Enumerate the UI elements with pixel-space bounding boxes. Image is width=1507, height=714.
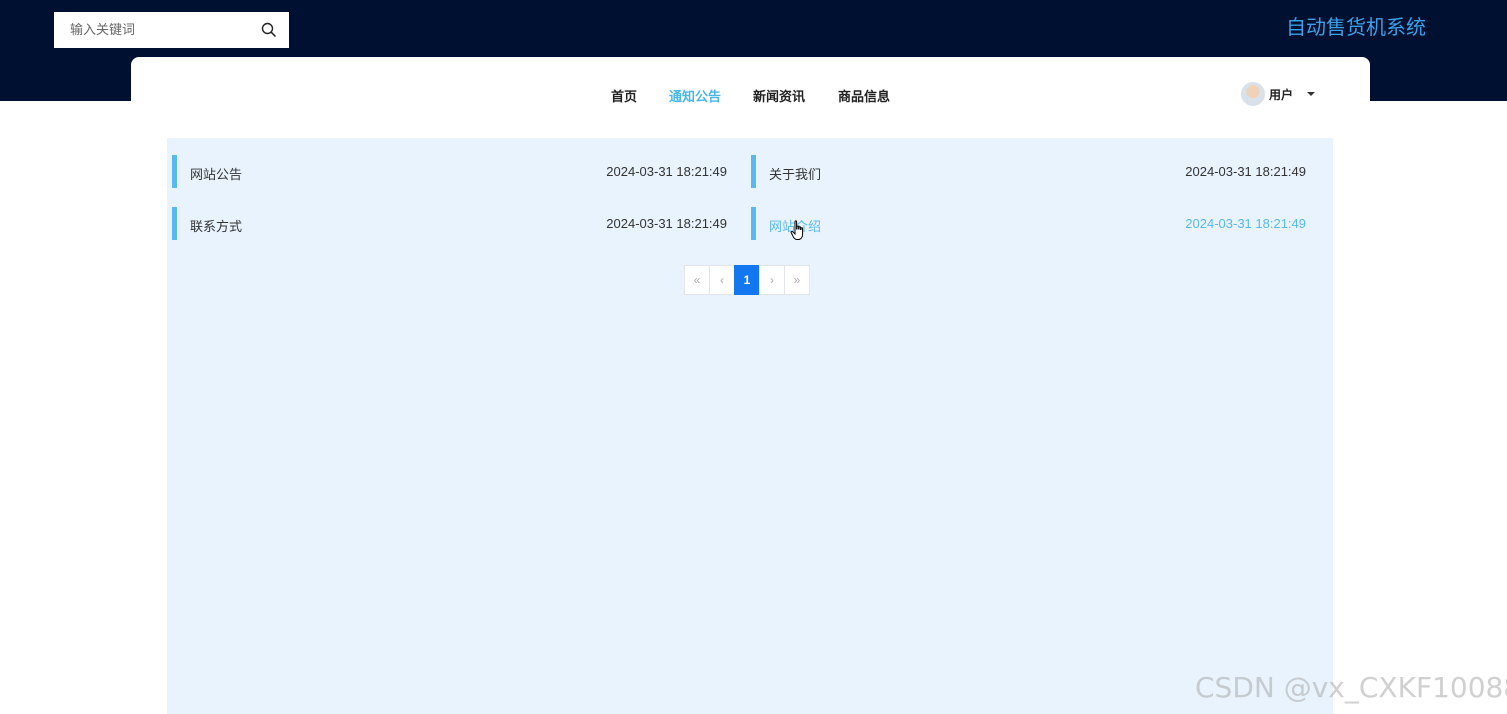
nav-item-products[interactable]: 商品信息 <box>838 86 890 105</box>
first-page-button[interactable]: « <box>684 265 710 295</box>
search-icon[interactable] <box>261 22 277 38</box>
list-item-marker <box>172 155 177 188</box>
list-item[interactable]: 关于我们 2024-03-31 18:21:49 <box>751 155 1306 188</box>
watermark: CSDN @vx_CXKF10088 <box>1195 671 1507 704</box>
prev-page-button[interactable]: ‹ <box>709 265 735 295</box>
nav-item-news[interactable]: 新闻资讯 <box>753 86 805 105</box>
search-box <box>54 12 289 48</box>
last-page-button[interactable]: » <box>784 265 810 295</box>
list-item-marker <box>751 207 756 240</box>
user-menu[interactable]: 用户 <box>1241 82 1316 106</box>
main-nav: 首页 通知公告 新闻资讯 商品信息 <box>131 86 1370 108</box>
user-label: 用户 <box>1269 87 1294 102</box>
nav-item-notices[interactable]: 通知公告 <box>669 86 721 105</box>
chevron-down-icon[interactable] <box>1307 92 1316 96</box>
hand-cursor-icon <box>790 220 804 240</box>
notice-date: 2024-03-31 18:21:49 <box>1185 216 1306 231</box>
search-input[interactable] <box>54 13 244 47</box>
notice-date: 2024-03-31 18:21:49 <box>1185 164 1306 179</box>
nav-item-home[interactable]: 首页 <box>611 86 637 105</box>
list-item[interactable]: 网站公告 2024-03-31 18:21:49 <box>172 155 727 188</box>
list-item-marker <box>172 207 177 240</box>
list-item[interactable]: 联系方式 2024-03-31 18:21:49 <box>172 207 727 240</box>
page-1-button[interactable]: 1 <box>734 265 760 295</box>
notice-title[interactable]: 联系方式 <box>190 216 242 235</box>
list-item-marker <box>751 155 756 188</box>
notice-date: 2024-03-31 18:21:49 <box>606 216 727 231</box>
notice-list-panel: 网站公告 2024-03-31 18:21:49 关于我们 2024-03-31… <box>167 138 1333 714</box>
pagination: « ‹ 1 › » <box>684 265 810 295</box>
site-title: 自动售货机系统 <box>1286 15 1426 39</box>
avatar <box>1241 82 1265 106</box>
notice-title[interactable]: 关于我们 <box>769 164 821 183</box>
next-page-button[interactable]: › <box>759 265 785 295</box>
notice-title[interactable]: 网站公告 <box>190 164 242 183</box>
nav-card: 首页 通知公告 新闻资讯 商品信息 用户 <box>131 57 1370 137</box>
list-item[interactable]: 网站介绍 2024-03-31 18:21:49 <box>751 207 1306 240</box>
notice-date: 2024-03-31 18:21:49 <box>606 164 727 179</box>
